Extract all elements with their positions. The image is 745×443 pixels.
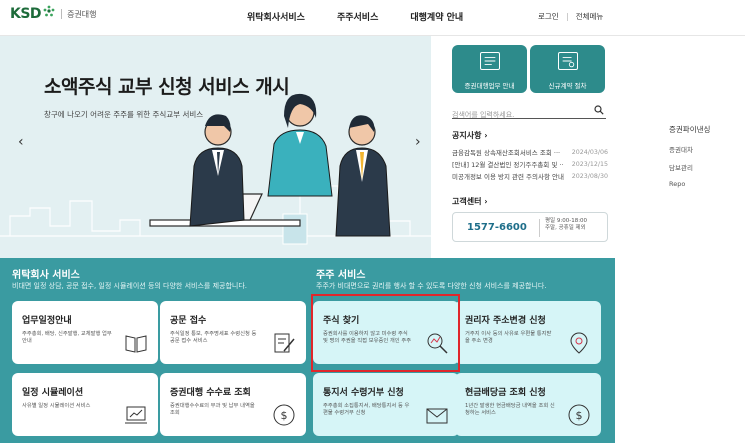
side-menu-item[interactable]: 증권대차 (669, 144, 710, 154)
search-icon[interactable] (594, 105, 604, 115)
book-icon (125, 335, 147, 353)
card-title: 공문 접수 (170, 316, 207, 326)
highlight-box (311, 294, 460, 372)
login-link[interactable]: 로그인 (538, 11, 559, 22)
card-desc: 1년간 발생한 현금배당금 내역을 조회 신청하는 서비스 (465, 403, 555, 416)
card-desc: 증권대행수수료의 부과 및 납부 내역을 조회 (170, 403, 255, 416)
hero-subtitle: 창구에 나오기 어려운 주주를 위한 주식교부 서비스 (44, 110, 204, 119)
notice-title-link[interactable]: 공지사항 › (452, 130, 488, 141)
notice-item-title: 미공개정보 이용 방지 관련 주의사항 안내 (452, 173, 564, 181)
notice-item-date: 2023/12/15 (571, 161, 608, 168)
notice-item-title: [안내] 12월 결산법인 정기주주총회 및 ··· (452, 161, 564, 169)
dollar-coin-icon: $ (273, 404, 295, 426)
notice-item-date: 2024/03/06 (571, 149, 608, 156)
card-document-receipt[interactable]: 공문 접수 주식일정 통보, 주주명세표 수령신청 등 공문 접수 서비스 (160, 301, 306, 364)
quick-link-label: 신규계약 절차 (548, 82, 587, 90)
card-title: 현금배당금 조회 신청 (465, 388, 546, 398)
card-desc: 사유별 일정 시뮬레이션 서비스 (22, 403, 91, 409)
header: KSD 증권대행 위탁회사서비스 주주서비스 대행계약 안내 로그인 전체메뉴 (0, 0, 745, 36)
location-pin-icon (570, 332, 588, 354)
quick-link-label: 증권대행업무 안내 (464, 82, 515, 90)
svg-text:$: $ (576, 409, 583, 422)
side-menu: 증권파이낸싱 증권대차 담보관리 Repo (669, 124, 710, 196)
card-title: 업무일정안내 (22, 316, 72, 326)
side-menu-item[interactable]: 담보관리 (669, 162, 710, 172)
customer-center-divider (539, 219, 540, 237)
card-schedule-guide[interactable]: 업무일정안내 주주총회, 배당, 신주발행, 교체발행 업무안내 (12, 301, 158, 364)
utility-menu: 로그인 전체메뉴 (538, 11, 603, 22)
issuer-services-title: 위탁회사 서비스 (12, 270, 80, 281)
customer-center-box: 1577-6600 평일 9:00-18:00 주말, 공휴일 제외 (452, 212, 608, 242)
issuer-services-desc: 비대면 일정 상담, 공문 접수, 일정 시뮬레이션 등의 다양한 서비스를 제… (12, 282, 248, 290)
card-notice-refusal[interactable]: 통지서 수령거부 신청 주주총회 소집통지서, 배당통지서 등 우편물 수령거부… (313, 373, 459, 436)
notice-item[interactable]: 금융감독원 상속재산조회서비스 조회 ··· 2024/03/06 (452, 147, 608, 159)
card-fee-inquiry[interactable]: 증권대행 수수료 조회 증권대행수수료의 부과 및 납부 내역을 조회 $ (160, 373, 306, 436)
dollar-coin-icon: $ (568, 404, 590, 426)
hero-illustration (0, 93, 431, 245)
hours-weekday: 평일 9:00-18:00 (545, 218, 588, 224)
nav-item-contract-info[interactable]: 대행계약 안내 (410, 10, 463, 23)
notice-item[interactable]: 미공개정보 이용 방지 관련 주의사항 안내 2023/08/30 (452, 171, 608, 183)
search-bar (452, 102, 606, 123)
nav-item-issuer-services[interactable]: 위탁회사서비스 (247, 10, 305, 23)
hero-next-arrow-icon[interactable]: › (415, 134, 421, 150)
card-desc: 거주지 이사 등의 사유로 우편물 통지받을 주소 변경 (465, 331, 552, 344)
ksd-logo[interactable]: KSD 증권대행 (10, 5, 97, 22)
side-menu-title[interactable]: 증권파이낸싱 (669, 124, 710, 135)
contract-icon (557, 52, 578, 70)
document-monitor-icon (479, 52, 500, 70)
customer-center-phone: 1577-6600 (467, 222, 527, 233)
quick-link-service-guide[interactable]: 증권대행업무 안내 (452, 45, 527, 93)
card-desc: 주주총회, 배당, 신주발행, 교체발행 업무안내 (22, 331, 112, 344)
card-schedule-simulation[interactable]: 일정 시뮬레이션 사유별 일정 시뮬레이션 서비스 (12, 373, 158, 436)
logo-star-icon (43, 5, 55, 17)
card-title: 권리자 주소변경 신청 (465, 316, 546, 326)
logo-divider (61, 9, 63, 19)
customer-center-hours: 평일 9:00-18:00 주말, 공휴일 제외 (545, 218, 587, 232)
svg-text:$: $ (281, 409, 288, 422)
right-panel: 증권대행업무 안내 신규계약 절차 공지사항 › 금융감독원 상속재산조회서비스… (444, 36, 612, 256)
card-address-change[interactable]: 권리자 주소변경 신청 거주지 이사 등의 사유로 우편물 통지받을 주소 변경 (455, 301, 601, 364)
document-pen-icon (274, 333, 295, 353)
util-divider (566, 12, 568, 21)
card-dividend-inquiry[interactable]: 현금배당금 조회 신청 1년간 발생한 현금배당금 내역을 조회 신청하는 서비… (455, 373, 601, 436)
hero-banner[interactable]: 소액주식 교부 신청 서비스 개시 창구에 나오기 어려운 주주를 위한 주식교… (0, 36, 431, 258)
notice-list: 금융감독원 상속재산조회서비스 조회 ··· 2024/03/06 [안내] 1… (452, 147, 608, 183)
services-section: 위탁회사 서비스 비대면 일정 상담, 공문 접수, 일정 시뮬레이션 등의 다… (0, 258, 615, 443)
envelope-icon (426, 408, 448, 424)
main-nav: 위탁회사서비스 주주서비스 대행계약 안내 (247, 10, 495, 23)
card-title: 통지서 수령거부 신청 (323, 388, 404, 398)
nav-item-shareholder-services[interactable]: 주주서비스 (337, 10, 378, 23)
logo-subtitle: 증권대행 (67, 9, 97, 19)
logo-text: KSD (10, 6, 42, 22)
hours-note: 주말, 공휴일 제외 (545, 225, 586, 231)
side-menu-item[interactable]: Repo (669, 180, 710, 188)
card-title: 일정 시뮬레이션 (22, 388, 84, 398)
customer-center-link[interactable]: 고객센터 › (452, 196, 488, 207)
hero-title: 소액주식 교부 신청 서비스 개시 (44, 76, 290, 98)
hero-prev-arrow-icon[interactable]: ‹ (18, 134, 24, 150)
all-menu-link[interactable]: 전체메뉴 (576, 11, 604, 22)
card-desc: 주주총회 소집통지서, 배당통지서 등 우편물 수령거부 신청 (323, 403, 410, 416)
quick-link-new-contract[interactable]: 신규계약 절차 (530, 45, 605, 93)
notice-item-date: 2023/08/30 (571, 173, 608, 180)
notice-item[interactable]: [안내] 12월 결산법인 정기주주총회 및 ··· 2023/12/15 (452, 159, 608, 171)
card-desc: 주식일정 통보, 주주명세표 수령신청 등 공문 접수 서비스 (170, 331, 257, 344)
notice-item-title: 금융감독원 상속재산조회서비스 조회 ··· (452, 149, 561, 157)
card-title: 증권대행 수수료 조회 (170, 388, 251, 398)
chart-laptop-icon (125, 406, 147, 424)
shareholder-services-title: 주주 서비스 (316, 270, 366, 281)
search-input[interactable] (452, 107, 582, 123)
shareholder-services-desc: 주주가 비대면으로 권리를 행사 할 수 있도록 다양한 신청 서비스를 제공합… (316, 282, 547, 290)
